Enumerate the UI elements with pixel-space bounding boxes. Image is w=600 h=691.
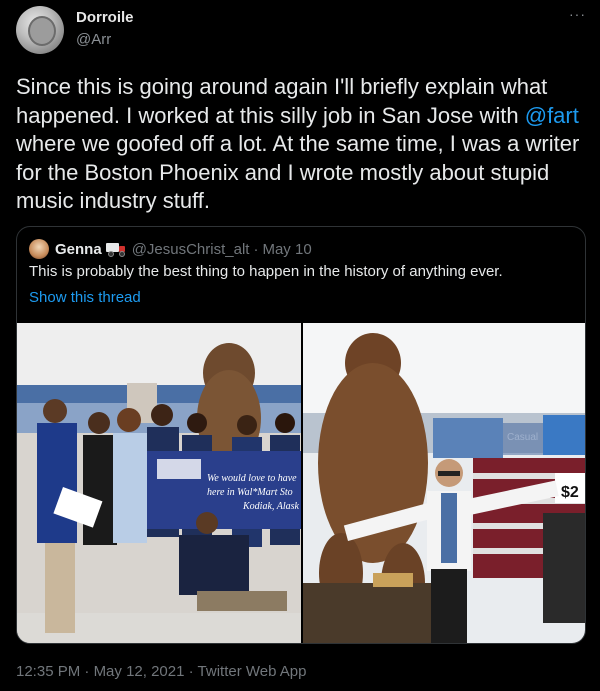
tweet-page: Dorroile @Arr ··· Since this is going ar… xyxy=(0,0,600,691)
tweet-text: Since this is going around again I'll br… xyxy=(16,73,586,216)
quoted-tweet-header: Genna @JesusChrist_alt · May 10 xyxy=(29,239,312,259)
more-options-icon[interactable]: ··· xyxy=(569,6,586,22)
quoted-media-grid: We would love to have here in Wal*Mart S… xyxy=(17,323,585,643)
meta-separator-1: · xyxy=(80,663,94,680)
author-handle[interactable]: @Arr xyxy=(76,31,111,48)
meta-separator-2: · xyxy=(184,663,198,680)
photo-man-with-bear-image: Casual $2 xyxy=(303,323,585,643)
tweet-client: Twitter Web App xyxy=(197,663,307,680)
banner-line-2: here in Wal*Mart Sto xyxy=(207,487,293,498)
quoted-author-avatar[interactable] xyxy=(29,239,49,259)
author-display-name[interactable]: Dorroile xyxy=(76,9,134,26)
tweet-date: May 12, 2021 xyxy=(93,663,185,680)
price-tag-text: $2 xyxy=(561,484,579,501)
show-thread-link[interactable]: Show this thread xyxy=(29,289,141,306)
quoted-tweet-text: This is probably the best thing to happe… xyxy=(29,263,503,280)
photo-staff-with-bear[interactable]: We would love to have here in Wal*Mart S… xyxy=(17,323,301,643)
mention-link[interactable]: @fart xyxy=(525,103,579,128)
tweet-text-part2: where we goofed off a lot. At the same t… xyxy=(16,131,580,213)
author-avatar[interactable] xyxy=(16,6,64,54)
quoted-dot-separator: · xyxy=(253,240,259,258)
truck-emoji-icon xyxy=(105,243,126,257)
banner-line-3: Kodiak, Alask xyxy=(242,501,299,512)
photo-staff-with-bear-image: We would love to have here in Wal*Mart S… xyxy=(17,323,301,643)
banner-line-1: We would love to have xyxy=(207,473,297,484)
tweet-time: 12:35 PM xyxy=(16,663,81,680)
avatar-face xyxy=(28,16,56,46)
photo-man-with-bear[interactable]: Casual $2 xyxy=(303,323,585,643)
quoted-tweet-date[interactable]: May 10 xyxy=(262,241,311,258)
tweet-timestamp[interactable]: 12:35 PM · May 12, 2021 · Twitter Web Ap… xyxy=(16,663,306,680)
quoted-tweet-card[interactable]: Genna @JesusChrist_alt · May 10 This is … xyxy=(16,226,586,644)
tweet-text-part1: Since this is going around again I'll br… xyxy=(16,74,548,128)
quoted-author-name[interactable]: Genna xyxy=(55,241,102,258)
quoted-author-handle[interactable]: @JesusChrist_alt xyxy=(132,241,250,258)
